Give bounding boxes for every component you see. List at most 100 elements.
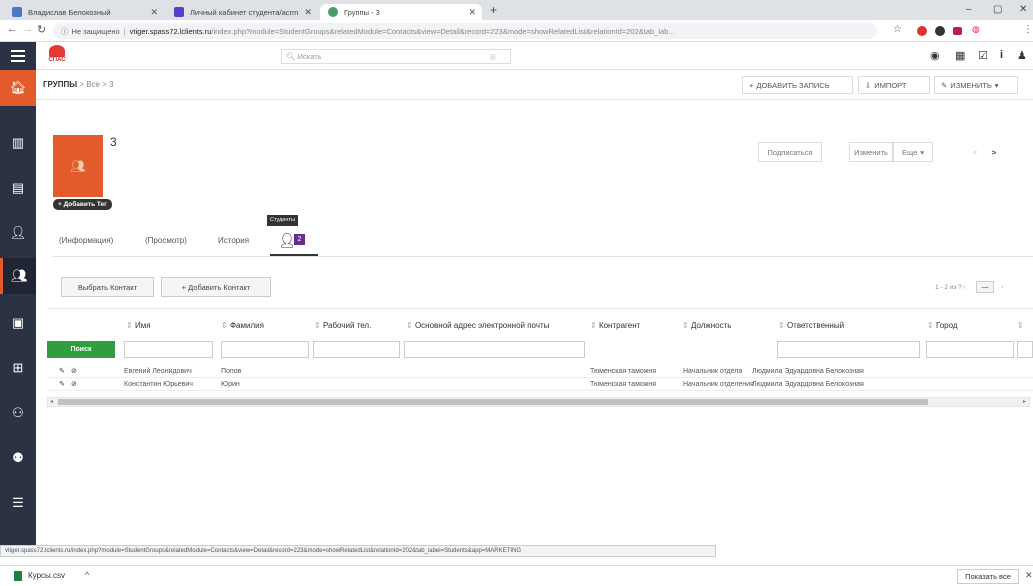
column-header-city[interactable]: ⇕ Город <box>927 321 958 330</box>
maximize-button[interactable]: ▢ <box>993 4 1002 15</box>
tab-info[interactable]: (Информация) <box>59 236 113 245</box>
table-icon[interactable]: ⊞ <box>0 350 36 386</box>
edit-icon[interactable]: ✎ <box>59 380 65 388</box>
tab-history[interactable]: История <box>218 236 249 245</box>
link-icon[interactable]: ⊘ <box>71 367 77 375</box>
home-icon[interactable]: 🏠︎ <box>0 70 36 106</box>
record-avatar: 👥︎ <box>53 135 103 197</box>
scroll-right-icon[interactable]: ▸ <box>1023 398 1026 405</box>
divider <box>47 308 1033 309</box>
reload-icon[interactable]: ↻ <box>37 23 46 36</box>
edit-icon[interactable]: ✎ <box>59 367 65 375</box>
close-icon[interactable]: ✕ <box>304 7 312 18</box>
table-row[interactable]: ✎ ⊘ Константин Юрьевич Юрин Тюменская та… <box>47 379 1033 391</box>
add-contact-button[interactable]: + Добавить Контакт <box>161 277 271 297</box>
breadcrumb-filter[interactable]: Все <box>86 80 100 89</box>
browser-tab-active[interactable]: Группы - 3 ✕ <box>320 4 482 20</box>
status-url: vtiger.spass72.lclients.ru/index.php?mod… <box>0 545 716 557</box>
filter-email-input[interactable] <box>404 341 585 358</box>
table-row[interactable]: ✎ ⊘ Евгений Леонидович Попов Тюменская т… <box>47 366 1033 378</box>
close-icon[interactable]: ✕ <box>150 7 158 18</box>
extension-icon[interactable] <box>935 26 945 36</box>
advanced-search-icon[interactable]: ◎ <box>489 50 496 63</box>
app-top-bar: СПАС 🔍︎ Искать ◎ ◉ ▦ ☑ i ♟ <box>0 42 1033 70</box>
calendar-icon[interactable]: ▦ <box>955 49 965 62</box>
breadcrumb-bar: ГРУППЫ > Все > 3 + ДОБАВИТЬ ЗАПИСЬ ⇩ ИМПОР… <box>36 70 1033 100</box>
filter-extra-input[interactable] <box>1017 341 1033 358</box>
contacts-icon[interactable]: 👤︎ <box>0 215 36 251</box>
extension-icon[interactable]: ◍ <box>972 24 980 35</box>
link-icon[interactable]: ⊘ <box>71 380 77 388</box>
app-logo[interactable]: СПАС <box>46 45 68 67</box>
forward-icon[interactable]: → <box>22 23 33 35</box>
select-contact-button[interactable]: Выбрать Контакт <box>61 277 154 297</box>
timer-icon[interactable]: ◉ <box>930 49 940 62</box>
minimize-button[interactable]: – <box>966 4 972 15</box>
search-button[interactable]: Поиск <box>47 341 115 358</box>
more-dropdown-button[interactable]: Еще ▾ <box>893 142 933 162</box>
column-header-work-phone[interactable]: ⇕ Рабочий тел. <box>314 321 371 330</box>
column-header-job-title[interactable]: ⇕ Должность <box>682 321 731 330</box>
filter-phone-input[interactable] <box>313 341 400 358</box>
groups-icon[interactable]: 👥︎ <box>0 258 36 294</box>
close-window-button[interactable]: ✕ <box>1019 4 1027 15</box>
column-header-owner[interactable]: ⇕ Ответственный <box>778 321 844 330</box>
tab-view[interactable]: (Просмотр) <box>145 236 187 245</box>
info-icon[interactable]: i <box>1000 49 1003 61</box>
download-filename[interactable]: Курсы.csv <box>28 571 65 580</box>
next-record-button[interactable]: > <box>985 142 1003 162</box>
add-record-button[interactable]: + ДОБАВИТЬ ЗАПИСЬ <box>742 76 853 94</box>
filter-last-name-input[interactable] <box>221 341 309 358</box>
filter-owner-input[interactable] <box>777 341 920 358</box>
column-header-first-name[interactable]: ⇕ Имя <box>126 321 151 330</box>
team-icon[interactable]: ⚇ <box>0 395 36 431</box>
import-icon: ⇩ <box>865 80 872 90</box>
module-sidebar: 🏠︎ ▥ ▤ 👤︎ 👥︎ ▣ ⊞ ⚇ ⚉ ☰ <box>0 70 36 554</box>
chevron-up-icon[interactable]: ^ <box>85 570 89 580</box>
prev-record-button[interactable]: < <box>966 142 984 162</box>
divider <box>53 256 1033 257</box>
scroll-left-icon[interactable]: ◂ <box>50 398 53 405</box>
new-tab-button[interactable]: + <box>490 3 497 17</box>
star-icon[interactable]: ☆ <box>893 24 902 35</box>
filter-city-input[interactable] <box>926 341 1014 358</box>
scrollbar-thumb[interactable] <box>58 399 928 405</box>
task-icon[interactable]: ☑ <box>978 49 988 62</box>
next-page-icon[interactable]: › <box>1001 282 1004 291</box>
breadcrumb-module[interactable]: ГРУППЫ <box>43 80 77 89</box>
edit-button[interactable]: Изменить <box>849 142 893 162</box>
tab-students[interactable]: 👤︎ 2 <box>270 230 318 256</box>
reports-icon[interactable]: ▤ <box>0 170 36 206</box>
count-badge: 2 <box>294 234 305 245</box>
edit-dropdown-button[interactable]: ✎ ИЗМЕНИТЬ ▾ <box>934 76 1018 94</box>
column-header-email[interactable]: ⇕ Основной адрес электронной почты <box>406 321 549 330</box>
horizontal-scrollbar[interactable]: ◂ ▸ <box>47 397 1030 407</box>
prev-page-icon[interactable]: ‹ <box>963 282 966 291</box>
filter-first-name-input[interactable] <box>124 341 213 358</box>
column-header-last-name[interactable]: ⇕ Фамилия <box>221 321 264 330</box>
subscribe-button[interactable]: Подписаться <box>758 142 822 162</box>
hamburger-menu-icon[interactable] <box>0 42 36 70</box>
more-options-button[interactable]: — <box>976 281 994 293</box>
settings-icon[interactable]: ☰ <box>0 485 36 521</box>
show-all-button[interactable]: Показать все <box>957 569 1019 584</box>
tooltip: Студенты <box>267 215 298 226</box>
column-sort-icon[interactable]: ⇕ <box>1017 321 1024 330</box>
browser-tab[interactable]: Владислав Белокозный ✕ <box>4 4 164 20</box>
browser-tab[interactable]: Личный кабинет студента/acrm ✕ <box>166 4 318 20</box>
close-icon[interactable]: ✕ <box>468 7 476 18</box>
menu-icon[interactable]: ⋮ <box>1023 24 1033 35</box>
add-tag-button[interactable]: + Добавить Тег <box>53 199 112 210</box>
documents-icon[interactable]: ▣ <box>0 305 36 341</box>
import-button[interactable]: ⇩ ИМПОРТ <box>858 76 930 94</box>
url-field[interactable]: ⓘ Не защищено | vtiger.spass72.lclients.… <box>53 23 877 39</box>
user-icon[interactable]: ♟ <box>1017 49 1027 62</box>
extension-icon[interactable] <box>953 27 962 35</box>
column-header-account[interactable]: ⇕ Контрагент <box>590 321 640 330</box>
back-icon[interactable]: ← <box>7 23 18 35</box>
extension-icon[interactable] <box>917 26 927 36</box>
crm-icon[interactable]: ▥ <box>0 125 36 161</box>
global-search-input[interactable]: 🔍︎ Искать ◎ <box>281 49 511 64</box>
close-icon[interactable]: ✕ <box>1025 570 1033 581</box>
people-icon[interactable]: ⚉ <box>0 440 36 476</box>
